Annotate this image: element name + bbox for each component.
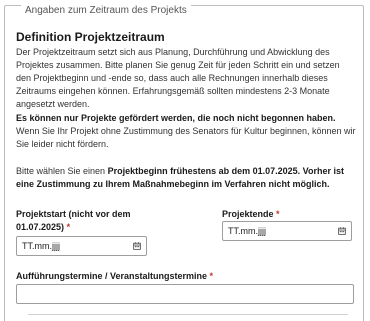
divider <box>28 314 348 315</box>
project-end-value: TT.mm.jjjj <box>228 226 266 236</box>
event-dates-label: Aufführungstermine / Veranstaltungstermi… <box>16 270 213 283</box>
project-start-label-line2: 01.07.2025) <box>16 222 65 232</box>
required-marker: * <box>276 209 280 219</box>
required-marker: * <box>209 271 214 281</box>
project-end-label-text: Projektende <box>222 209 274 219</box>
project-start-value: TT.mm.jjjj <box>22 241 60 251</box>
warning-rest-text: Wenn Sie Ihr Projekt ohne Zustimmung des… <box>16 126 356 149</box>
fieldset-legend: Angaben zum Zeitraum des Projekts <box>21 5 191 17</box>
event-dates-label-text: Aufführungstermine / Veranstaltungstermi… <box>16 271 208 281</box>
project-start-label: Projektstart (nicht vor dem 01.07.2025) … <box>16 208 131 234</box>
section-title: Definition Projektzeitraum <box>16 30 165 44</box>
event-dates-input[interactable] <box>16 284 354 304</box>
project-start-date-input[interactable]: TT.mm.jjjj <box>16 236 147 256</box>
calendar-icon[interactable] <box>133 242 141 250</box>
project-end-date-input[interactable]: TT.mm.jjjj <box>222 221 352 241</box>
warning-bold-text: Es können nur Projekte gefördert werden,… <box>16 113 336 123</box>
calendar-icon[interactable] <box>338 227 346 235</box>
project-start-label-line1: Projektstart (nicht vor dem <box>16 209 131 219</box>
start-note-text: Bitte wählen Sie einen Projektbeginn frü… <box>16 165 356 191</box>
warning-text: Es können nur Projekte gefördert werden,… <box>16 112 356 151</box>
required-marker: * <box>66 222 71 232</box>
start-note-prefix: Bitte wählen Sie einen <box>16 166 108 176</box>
intro-text: Der Projektzeitraum setzt sich aus Planu… <box>16 47 340 109</box>
project-period-section: Definition Projektzeitraum Der Projektze… <box>16 30 356 189</box>
project-end-label: Projektende * <box>222 208 280 221</box>
